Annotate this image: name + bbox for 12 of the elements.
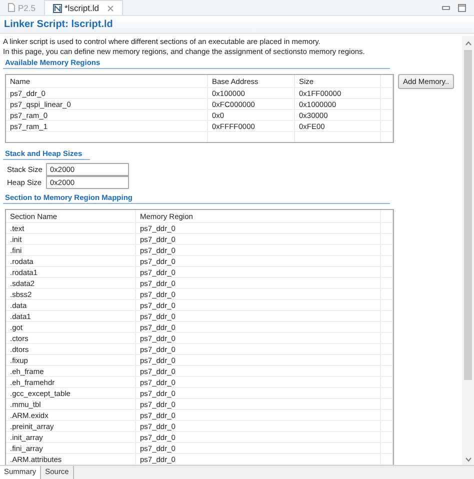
minimize-icon[interactable]	[442, 6, 450, 10]
close-icon[interactable]	[106, 4, 114, 12]
maximize-icon[interactable]	[458, 4, 466, 12]
file-icon	[52, 4, 62, 12]
editor-title: Linker Script: lscript.ld	[0, 16, 474, 34]
scrollbar[interactable]	[462, 36, 474, 465]
document-icon	[8, 3, 15, 12]
scroll-down-icon[interactable]	[464, 457, 472, 462]
tab-label: *lscript.ld	[64, 3, 99, 13]
scroll-up-icon[interactable]	[464, 39, 472, 48]
tab-label: P2.5	[18, 2, 36, 12]
editor-tab[interactable]: *lscript.ld	[44, 0, 123, 15]
